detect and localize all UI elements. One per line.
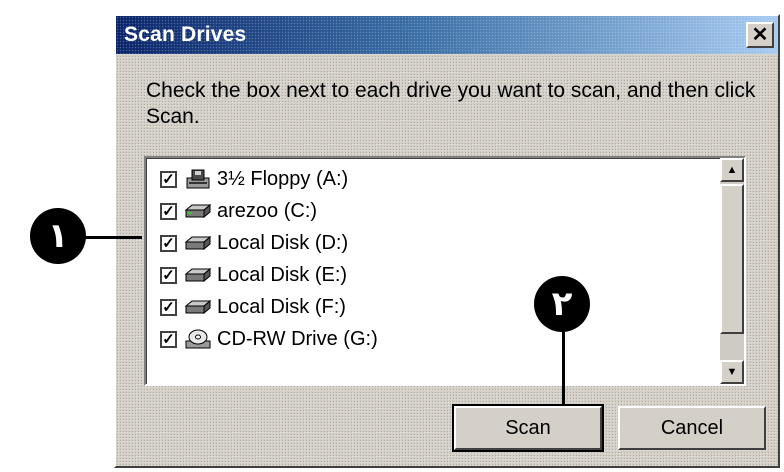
scroll-thumb[interactable] xyxy=(720,184,744,334)
scroll-down-button[interactable]: ▼ xyxy=(720,360,744,384)
drive-item-f[interactable]: ✓ Local Disk (F:) xyxy=(160,292,346,322)
drive-checkbox-c[interactable]: ✓ xyxy=(160,202,177,220)
drive-label-e: Local Disk (E:) xyxy=(217,263,348,286)
title-bar[interactable]: Scan Drives ✕ xyxy=(116,16,778,54)
arrow-down-icon: ▼ xyxy=(726,366,738,378)
drive-checkbox-e[interactable]: ✓ xyxy=(160,266,177,284)
drive-checkbox-d[interactable]: ✓ xyxy=(160,234,177,252)
vertical-scrollbar[interactable]: ▲ ▼ xyxy=(720,158,744,384)
cancel-button[interactable]: Cancel xyxy=(618,406,766,450)
drive-item-a[interactable]: ✓ 3½ Floppy (A:) xyxy=(160,164,348,194)
cd-drive-icon xyxy=(185,329,211,349)
drive-label-f: Local Disk (F:) xyxy=(217,295,346,318)
drive-item-e[interactable]: ✓ Local Disk (E:) xyxy=(160,260,347,290)
drive-item-d[interactable]: ✓ Local Disk (D:) xyxy=(160,228,348,258)
scan-button[interactable]: Scan xyxy=(452,404,604,452)
floppy-drive-icon xyxy=(186,169,210,189)
hard-disk-icon xyxy=(184,267,212,283)
callout-one-marker: ١ xyxy=(30,208,86,264)
drive-label-g: CD-RW Drive (G:) xyxy=(217,327,378,350)
callout-two-marker: ٢ xyxy=(534,276,590,332)
scroll-up-button[interactable]: ▲ xyxy=(720,158,744,182)
callout-one-leader xyxy=(80,236,142,239)
drive-label-a: 3½ Floppy (A:) xyxy=(217,167,349,190)
drive-list[interactable]: ✓ 3½ Floppy (A:) ✓ arezoo (C:) ✓ Local D… xyxy=(144,156,746,386)
callout-two-leader xyxy=(562,330,565,406)
drive-label-c: arezoo (C:) xyxy=(217,199,318,222)
drive-item-c[interactable]: ✓ arezoo (C:) xyxy=(160,196,317,226)
hard-disk-icon xyxy=(184,203,212,219)
drive-checkbox-a[interactable]: ✓ xyxy=(160,170,177,188)
drive-checkbox-f[interactable]: ✓ xyxy=(160,298,177,316)
hard-disk-icon xyxy=(184,235,212,251)
drive-checkbox-g[interactable]: ✓ xyxy=(160,330,177,348)
dialog-title: Scan Drives xyxy=(124,23,247,46)
drive-label-d: Local Disk (D:) xyxy=(217,231,349,254)
scan-drives-dialog: Scan Drives ✕ Check the box next to each… xyxy=(114,14,780,468)
drive-item-g[interactable]: ✓ CD-RW Drive (G:) xyxy=(160,324,378,354)
close-button[interactable]: ✕ xyxy=(746,22,774,48)
instructions-text: Check the box next to each drive you wan… xyxy=(146,79,756,128)
hard-disk-icon xyxy=(184,299,212,315)
arrow-up-icon: ▲ xyxy=(726,164,738,176)
close-icon: ✕ xyxy=(751,24,769,46)
